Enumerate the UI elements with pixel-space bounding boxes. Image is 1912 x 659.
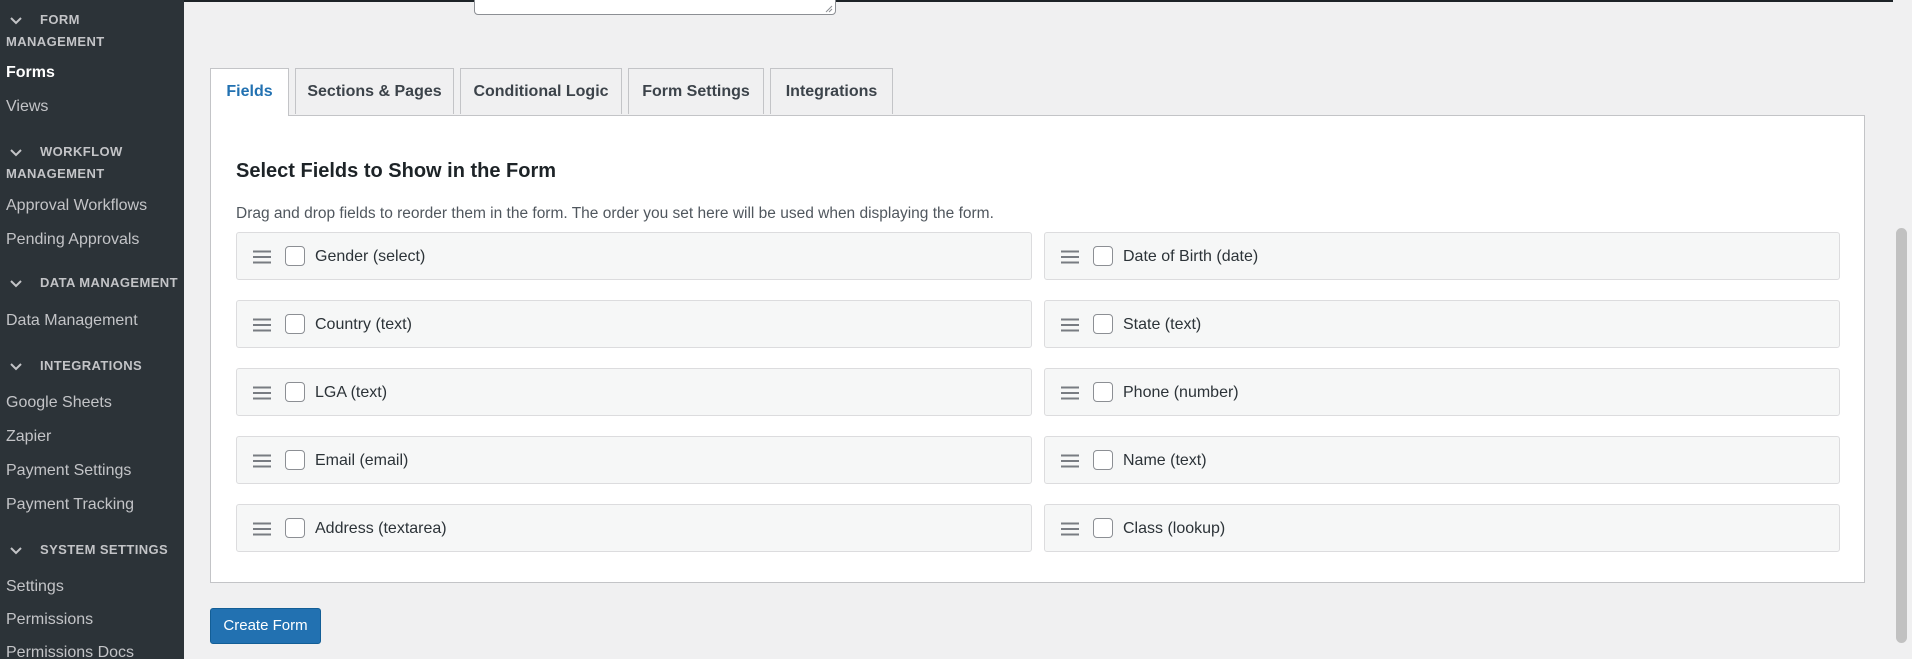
- sidebar-group-system-settings[interactable]: System Settings: [6, 539, 178, 561]
- field-label: Country (text): [315, 316, 412, 333]
- chevron-down-icon: [10, 539, 26, 561]
- tab-form-settings[interactable]: Form Settings: [628, 68, 764, 114]
- field-label: Address (textarea): [315, 520, 447, 537]
- drag-handle-icon[interactable]: [1061, 454, 1079, 468]
- drag-handle-icon[interactable]: [1061, 522, 1079, 536]
- field-item[interactable]: Name (text): [1044, 436, 1840, 484]
- sidebar-item-permissions-docs[interactable]: Permissions Docs: [6, 642, 178, 659]
- field-item[interactable]: Phone (number): [1044, 368, 1840, 416]
- resize-grip-icon[interactable]: [823, 3, 833, 13]
- field-checkbox[interactable]: [285, 518, 305, 538]
- sidebar-group-heading: Data Management: [40, 275, 178, 290]
- field-item[interactable]: Address (textarea): [236, 504, 1032, 552]
- create-form-button[interactable]: Create Form: [210, 608, 321, 644]
- drag-handle-icon[interactable]: [253, 318, 271, 332]
- tab-integrations[interactable]: Integrations: [770, 68, 893, 114]
- field-item[interactable]: Country (text): [236, 300, 1032, 348]
- sidebar-item-data-management[interactable]: Data Management: [6, 310, 178, 332]
- sidebar-group-heading: Integrations: [40, 358, 143, 373]
- drag-handle-icon[interactable]: [253, 522, 271, 536]
- panel-title: Select Fields to Show in the Form: [236, 160, 557, 182]
- sidebar-group-form-management[interactable]: Form Management: [6, 9, 178, 53]
- drag-handle-icon[interactable]: [253, 454, 271, 468]
- sidebar-group-integrations[interactable]: Integrations: [6, 355, 178, 377]
- field-label: Phone (number): [1123, 384, 1239, 401]
- field-checkbox[interactable]: [285, 450, 305, 470]
- page-scrollbar[interactable]: [1893, 0, 1912, 659]
- drag-handle-icon[interactable]: [1061, 250, 1079, 264]
- field-item[interactable]: Date of Birth (date): [1044, 232, 1840, 280]
- field-label: Name (text): [1123, 452, 1207, 469]
- field-item[interactable]: Gender (select): [236, 232, 1032, 280]
- chevron-down-icon: [10, 141, 26, 163]
- field-checkbox[interactable]: [1093, 246, 1113, 266]
- description-textarea[interactable]: [474, 0, 836, 15]
- sidebar-item-views[interactable]: Views: [6, 96, 178, 118]
- field-label: Date of Birth (date): [1123, 248, 1259, 265]
- chevron-down-icon: [10, 355, 26, 377]
- sidebar-group-workflow-management[interactable]: Workflow Management: [6, 141, 178, 185]
- panel-description: Drag and drop fields to reorder them in …: [236, 205, 994, 222]
- field-label: Class (lookup): [1123, 520, 1226, 537]
- fields-panel: Select Fields to Show in the Form Drag a…: [210, 115, 1865, 583]
- field-checkbox[interactable]: [1093, 518, 1113, 538]
- field-checkbox[interactable]: [285, 246, 305, 266]
- drag-handle-icon[interactable]: [253, 386, 271, 400]
- chevron-down-icon: [10, 9, 26, 31]
- field-item[interactable]: LGA (text): [236, 368, 1032, 416]
- field-label: Gender (select): [315, 248, 426, 265]
- sidebar-item-google-sheets[interactable]: Google Sheets: [6, 392, 178, 414]
- field-checkbox[interactable]: [285, 382, 305, 402]
- drag-handle-icon[interactable]: [1061, 386, 1079, 400]
- field-label: Email (email): [315, 452, 409, 469]
- field-label: LGA (text): [315, 384, 388, 401]
- top-border: [184, 0, 1912, 2]
- sidebar-group-heading: System Settings: [40, 542, 169, 557]
- scrollbar-thumb[interactable]: [1896, 228, 1907, 643]
- field-item[interactable]: Class (lookup): [1044, 504, 1840, 552]
- field-label: State (text): [1123, 316, 1202, 333]
- field-checkbox[interactable]: [1093, 450, 1113, 470]
- drag-handle-icon[interactable]: [253, 250, 271, 264]
- field-checkbox[interactable]: [285, 314, 305, 334]
- sidebar-item-pending-approvals[interactable]: Pending Approvals: [6, 229, 178, 251]
- field-item[interactable]: Email (email): [236, 436, 1032, 484]
- sidebar-item-settings[interactable]: Settings: [6, 576, 178, 598]
- chevron-down-icon: [10, 272, 26, 294]
- field-checkbox[interactable]: [1093, 382, 1113, 402]
- admin-sidebar: Form Management Forms Views Workflow Man…: [0, 0, 184, 659]
- tab-sections-pages[interactable]: Sections & Pages: [295, 68, 454, 114]
- tab-fields[interactable]: Fields: [210, 68, 289, 116]
- drag-handle-icon[interactable]: [1061, 318, 1079, 332]
- sidebar-item-payment-settings[interactable]: Payment Settings: [6, 460, 178, 482]
- sidebar-item-forms[interactable]: Forms: [6, 62, 178, 84]
- sidebar-item-zapier[interactable]: Zapier: [6, 426, 178, 448]
- sidebar-item-approval-workflows[interactable]: Approval Workflows: [6, 195, 178, 217]
- sidebar-group-data-management[interactable]: Data Management: [6, 272, 178, 294]
- field-item[interactable]: State (text): [1044, 300, 1840, 348]
- sidebar-item-permissions[interactable]: Permissions: [6, 609, 178, 631]
- field-checkbox[interactable]: [1093, 314, 1113, 334]
- tab-conditional-logic[interactable]: Conditional Logic: [460, 68, 622, 114]
- sidebar-item-payment-tracking[interactable]: Payment Tracking: [6, 494, 178, 516]
